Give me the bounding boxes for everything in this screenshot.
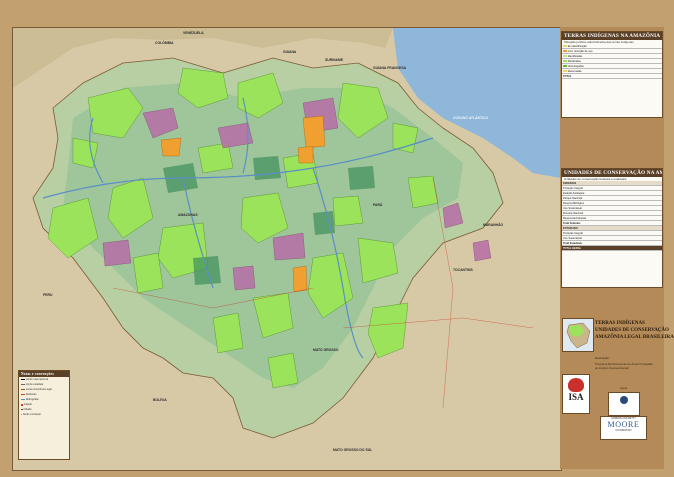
- title-line-1: TERRAS INDÍGENAS: [595, 321, 645, 326]
- panel-ti-title: TERRAS INDÍGENAS NA AMAZÔNIA: [562, 32, 662, 40]
- locator-map-svg: [566, 322, 591, 349]
- label-tocantins: TOCANTINS: [453, 268, 473, 272]
- label-venezuela: VENEZUELA: [183, 31, 204, 35]
- credits-apoio: Apoio:: [620, 386, 628, 390]
- label-peru: PERU: [43, 293, 53, 297]
- conservation-units-panel: UNIDADES DE CONSERVAÇÃO NA AMAZÔNIA Unid…: [561, 168, 663, 288]
- label-mato-grosso: MATO GROSSO: [313, 348, 339, 352]
- legend: Notas e convenções Limite internacional …: [18, 370, 70, 460]
- moore-text: MOORE: [607, 420, 640, 429]
- credits-realizacao: Realização:: [595, 356, 610, 360]
- label-guiana-fr: GUIANA FRANCESA: [373, 66, 407, 70]
- map-title-block: TERRAS INDÍGENAS UNIDADES DE CONSERVAÇÃO…: [595, 320, 674, 341]
- label-maranhao: MARANHÃO: [483, 223, 504, 227]
- title-line-3: AMAZÔNIA LEGAL BRASILEIRA: [595, 335, 674, 340]
- label-suriname: SURINAME: [325, 58, 344, 62]
- label-para: PARÁ: [373, 203, 383, 207]
- legend-item: Sede municipal: [21, 413, 41, 416]
- table-row: TOTAL GERAL: [562, 245, 662, 251]
- label-amazonas: AMAZONAS: [178, 213, 198, 217]
- panel-uc-table: FEDERAIS Proteção Integral Estação Ecoló…: [562, 181, 662, 251]
- panel-uc-title: UNIDADES DE CONSERVAÇÃO NA AMAZÔNIA: [562, 169, 662, 177]
- isa-logo-text: ISA: [568, 392, 584, 402]
- label-mato-grosso-sul: MATO GROSSO DO SUL: [333, 448, 373, 452]
- locator-map: [562, 318, 594, 352]
- isa-logo-icon: [568, 378, 584, 392]
- label-guiana: GUIANA: [283, 50, 297, 54]
- map-area[interactable]: COLÔMBIA VENEZUELA GUIANA SURINAME GUIAN…: [12, 27, 562, 471]
- moore-logo: GORDON AND BETTY MOORE FOUNDATION: [600, 416, 647, 440]
- map-canvas: [13, 28, 561, 470]
- title-line-2: UNIDADES DE CONSERVAÇÃO: [595, 328, 669, 333]
- moore-foundation: FOUNDATION: [615, 429, 632, 432]
- sponsor-emblem-icon: [620, 396, 628, 404]
- isa-logo: ISA: [562, 374, 590, 414]
- indigenous-lands-panel: TERRAS INDÍGENAS NA AMAZÔNIA Situação ju…: [561, 31, 663, 118]
- panel-ti-table: Em identificação Com restrição de uso Id…: [562, 44, 662, 79]
- table-row: TOTAL: [562, 73, 662, 79]
- label-bolivia: BOLÍVIA: [153, 398, 167, 402]
- credits-institute: do Instituto Socioambiental: [595, 366, 629, 370]
- label-colombia: COLÔMBIA: [155, 41, 174, 45]
- label-ocean: OCEANO ATLÂNTICO: [453, 116, 489, 120]
- sponsor-logo: [608, 392, 640, 416]
